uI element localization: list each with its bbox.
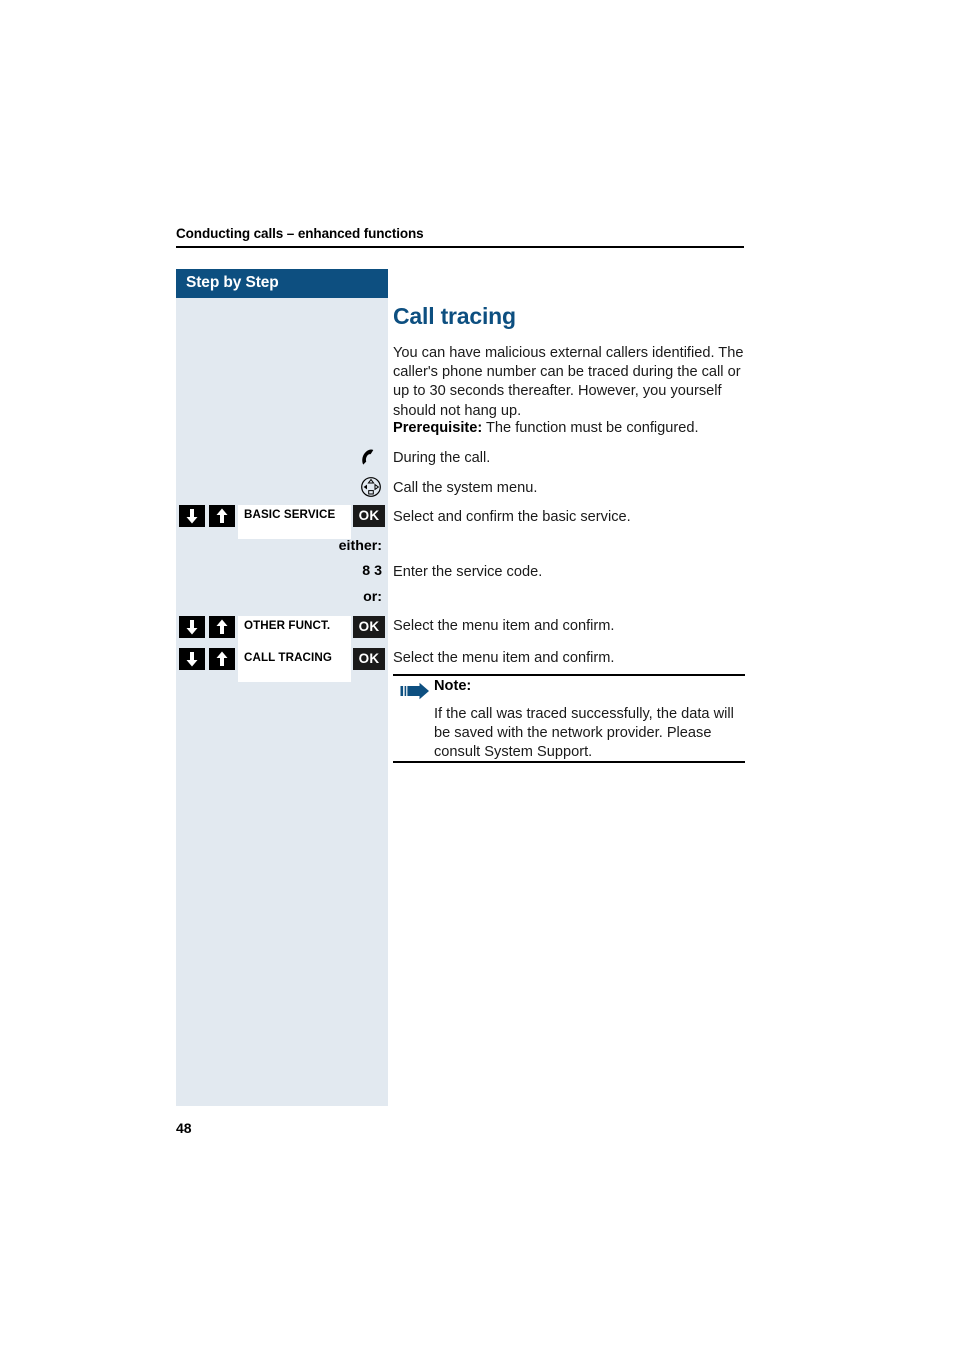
step-description-during-call: During the call. — [393, 450, 491, 466]
note-body: If the call was traced successfully, the… — [434, 706, 734, 761]
key-label-other-funct: OTHER FUNCT. — [244, 619, 331, 632]
page-title: Call tracing — [393, 303, 516, 329]
ok-button-other-funct[interactable]: OK — [353, 616, 385, 638]
step-description-other-funct: Select the menu item and confirm. — [393, 618, 615, 634]
intro-paragraph: You can have malicious external callers … — [393, 345, 744, 419]
key-label-call-tracing: CALL TRACING — [244, 651, 332, 664]
document-page: Conducting calls – enhanced functions St… — [0, 0, 954, 1350]
ok-button-basic-service[interactable]: OK — [353, 505, 385, 527]
key-label-box: CALL TRACING — [238, 648, 351, 682]
handset-icon — [359, 447, 385, 469]
sidebar-header-label: Step by Step — [186, 274, 279, 291]
arrow-down-icon[interactable] — [179, 616, 205, 638]
running-head: Conducting calls – enhanced functions — [176, 226, 744, 242]
service-code-value: 8 3 — [362, 563, 382, 579]
running-head-text: Conducting calls – enhanced functions — [176, 226, 424, 241]
note-rule-bottom — [393, 761, 745, 763]
key-row-call-tracing: CALL TRACING OK — [176, 648, 388, 682]
key-label-basic-service: BASIC SERVICE — [244, 508, 336, 521]
step-description-system-menu: Call the system menu. — [393, 480, 538, 496]
step-description-basic-service: Select and confirm the basic service. — [393, 509, 631, 525]
note-title: Note: — [434, 678, 472, 694]
prerequisite-label: Prerequisite: — [393, 420, 483, 436]
key-row-other-funct: OTHER FUNCT. OK — [176, 616, 388, 650]
note-arrow-icon — [400, 682, 430, 700]
arrow-down-icon[interactable] — [179, 648, 205, 670]
arrow-up-icon[interactable] — [209, 616, 235, 638]
ok-button-call-tracing[interactable]: OK — [353, 648, 385, 670]
key-label-box: BASIC SERVICE — [238, 505, 351, 539]
step-description-service-code: Enter the service code. — [393, 564, 543, 580]
running-head-rule — [176, 246, 744, 248]
navigator-icon — [359, 476, 385, 498]
key-row-basic-service: BASIC SERVICE OK — [176, 505, 388, 539]
either-label: either: — [338, 538, 382, 554]
sidebar-header: Step by Step — [176, 269, 388, 298]
prerequisite-text: The function must be configured. — [482, 420, 699, 436]
key-label-box: OTHER FUNCT. — [238, 616, 351, 650]
arrow-down-icon[interactable] — [179, 505, 205, 527]
page-number: 48 — [176, 1120, 192, 1136]
arrow-up-icon[interactable] — [209, 505, 235, 527]
or-label: or: — [363, 589, 382, 605]
prerequisite-paragraph: Prerequisite: The function must be confi… — [393, 419, 745, 438]
step-description-call-tracing: Select the menu item and confirm. — [393, 650, 615, 666]
arrow-up-icon[interactable] — [209, 648, 235, 670]
note-rule-top — [393, 674, 745, 676]
step-by-step-sidebar: Step by Step BASIC SERVICE OK either: 8 … — [176, 269, 388, 1106]
